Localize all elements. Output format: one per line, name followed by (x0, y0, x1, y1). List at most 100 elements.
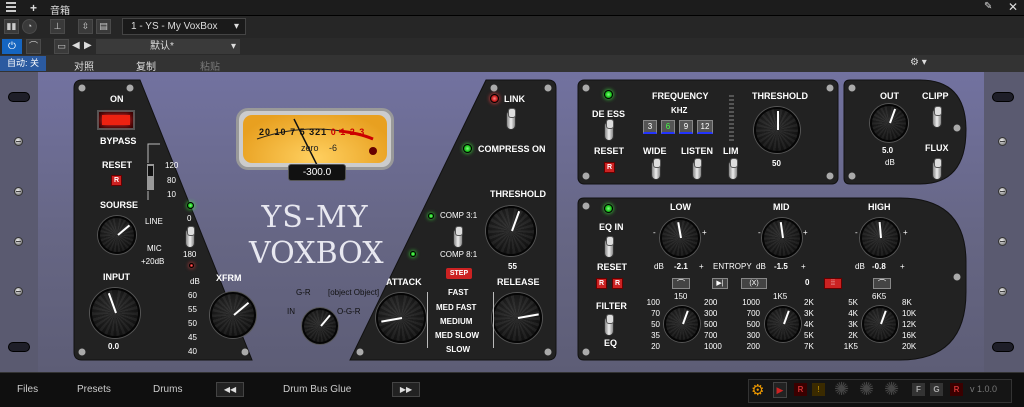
prev-preset-icon[interactable]: ◀ (72, 40, 80, 51)
phase-toggle[interactable] (185, 226, 195, 248)
eq-reset-r1[interactable]: R (596, 278, 607, 289)
deess-toggle[interactable] (604, 119, 614, 141)
attack-knob[interactable] (376, 293, 426, 343)
meter-select-knob[interactable] (302, 308, 338, 344)
bars-icon[interactable]: ▮▮ (4, 19, 19, 34)
track-select[interactable]: 1 - YS - My VoxBox ▾ (122, 18, 246, 35)
filter-toggle[interactable] (604, 314, 614, 336)
mini-knob-icon[interactable]: ✺ (884, 380, 899, 398)
eq-reset-r2[interactable]: R (612, 278, 623, 289)
mid-minus: - (758, 228, 761, 237)
phase-0-label: 0 (187, 214, 192, 223)
mid-freq-knob[interactable] (765, 306, 801, 342)
r-button[interactable]: R (950, 383, 963, 396)
power-icon[interactable]: ⏻ (2, 39, 22, 54)
low-minus: - (653, 228, 656, 237)
close-icon[interactable]: ✕ (1008, 0, 1018, 14)
high-gain-knob[interactable] (860, 218, 900, 258)
input-knob[interactable] (90, 288, 140, 338)
meter-icon[interactable]: ▤ (96, 19, 111, 34)
band-9-button[interactable]: 9 (679, 120, 693, 134)
bypass-button[interactable] (97, 110, 135, 130)
entropy-random-icon[interactable]: ⁞⁞ (824, 278, 842, 289)
flux-toggle[interactable] (932, 158, 942, 180)
ratio-toggle[interactable] (453, 226, 463, 248)
comp-threshold-knob[interactable] (486, 206, 536, 256)
source-knob[interactable] (98, 216, 136, 254)
comp81-led (410, 251, 416, 257)
high-freq-knob[interactable] (862, 306, 898, 342)
wide-toggle[interactable] (651, 158, 661, 180)
xfrm-60: 60 (188, 291, 197, 300)
g-button[interactable]: G (930, 383, 943, 396)
comp31-led (428, 213, 434, 219)
file-icon[interactable]: ▭ (54, 39, 69, 54)
meter-ogr-label: O-G-R (337, 307, 361, 316)
input-value: 0.0 (108, 342, 120, 351)
preset-select[interactable]: 默认* ▾ (96, 39, 240, 54)
gear-icon[interactable]: ⚙ ▾ (910, 57, 927, 68)
f-button[interactable]: F (912, 383, 925, 396)
speed-fast: FAST (448, 288, 469, 297)
next-preset-button[interactable]: ▶▶ (392, 382, 420, 397)
band-12-button[interactable]: 12 (697, 120, 713, 134)
bottom-bar: Files Presets Drums ◀◀ Drum Bus Glue ▶▶ … (0, 372, 1024, 407)
cursor-icon[interactable]: ▶ (773, 382, 787, 398)
reset-button[interactable]: R (111, 175, 122, 186)
xfrm-45: 45 (188, 333, 197, 342)
auto-off-button[interactable]: 自动: 关 (0, 56, 46, 71)
fader-icon[interactable]: ⇳ (78, 19, 93, 34)
mini-knob-icon[interactable]: ✺ (834, 380, 849, 398)
out-knob[interactable] (870, 104, 908, 142)
info-icon[interactable]: ! (812, 383, 825, 396)
drums-button[interactable]: Drums (153, 384, 182, 395)
mid-label: MID (773, 202, 790, 212)
freq-10: 10 (167, 190, 176, 199)
paste-button[interactable]: 粘贴 (200, 58, 220, 73)
speed-ticks-right (484, 292, 494, 348)
input-label: INPUT (103, 272, 130, 282)
eq-in-toggle[interactable] (604, 236, 614, 258)
hpf-slider[interactable] (146, 163, 155, 191)
band-6-button[interactable]: 6 (661, 120, 675, 134)
compare-button[interactable]: 对照 (74, 58, 94, 73)
khz-label: KHZ (671, 106, 688, 115)
entropy-x-button[interactable]: (X) (741, 278, 767, 289)
release-knob[interactable] (492, 293, 542, 343)
deess-reset-button[interactable]: R (604, 162, 615, 173)
gear-icon[interactable]: ⚙ (751, 381, 764, 399)
mid-right-4: 7K (804, 342, 814, 351)
lim-toggle[interactable] (728, 158, 738, 180)
xfrm-knob[interactable] (210, 292, 256, 338)
clock-icon[interactable]: ◔ (22, 19, 37, 34)
copy-button[interactable]: 复制 (136, 58, 156, 73)
low-freq-knob[interactable] (664, 306, 700, 342)
play-icon[interactable]: ▶| (712, 278, 728, 289)
low-value: -2.1 (674, 262, 688, 271)
low-gain-knob[interactable] (660, 218, 700, 258)
preset-name[interactable]: Drum Bus Glue (283, 384, 351, 395)
auto-icon[interactable]: ⌒ (26, 39, 41, 54)
mid-right-0: 2K (804, 298, 814, 307)
mini-knob-icon[interactable]: ✺ (859, 380, 874, 398)
add-icon[interactable]: + (30, 1, 37, 15)
high-shelf-button[interactable]: ⌒ (873, 278, 891, 289)
low-shelf-button[interactable]: ⌒ (672, 278, 690, 289)
prev-preset-button[interactable]: ◀◀ (216, 382, 244, 397)
mid-gain-knob[interactable] (762, 218, 802, 258)
record-button[interactable]: R (794, 383, 807, 396)
pin-icon[interactable]: ✎ (984, 1, 992, 12)
presets-button[interactable]: Presets (77, 384, 111, 395)
routing-icon[interactable]: ⊥ (50, 19, 65, 34)
comp81-label: COMP 8:1 (440, 250, 478, 259)
link-toggle[interactable] (506, 108, 516, 130)
deess-meter (729, 95, 734, 141)
deess-threshold-knob[interactable] (754, 107, 800, 153)
clipp-toggle[interactable] (932, 106, 942, 128)
next-preset-icon[interactable]: ▶ (84, 40, 92, 51)
band-3-button[interactable]: 3 (643, 120, 657, 134)
step-button[interactable]: STEP (446, 268, 472, 279)
menu-icon[interactable] (6, 2, 16, 12)
listen-toggle[interactable] (692, 158, 702, 180)
files-button[interactable]: Files (17, 384, 38, 395)
